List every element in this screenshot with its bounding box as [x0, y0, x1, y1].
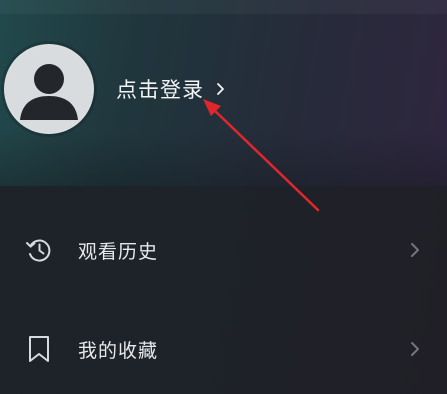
chevron-right-icon: [217, 83, 224, 95]
menu-item-label: 我的收藏: [78, 339, 159, 362]
profile-header: 点击登录: [0, 0, 447, 186]
chevron-right-icon: [411, 342, 419, 356]
menu-item-favorites[interactable]: 我的收藏: [0, 319, 447, 379]
history-icon: [26, 239, 51, 262]
profile-page: 点击登录 观看历史 我的收藏: [0, 0, 447, 394]
menu-item-label: 观看历史: [78, 240, 159, 263]
header-top-strip: [0, 0, 447, 14]
bookmark-icon: [29, 336, 49, 362]
login-link[interactable]: 点击登录: [116, 72, 228, 106]
menu-item-history[interactable]: 观看历史: [0, 220, 447, 280]
login-label: 点击登录: [116, 78, 204, 102]
chevron-right-icon: [411, 243, 419, 257]
user-avatar-icon: [6, 46, 92, 132]
menu-list: 观看历史 我的收藏: [0, 186, 447, 394]
avatar[interactable]: [4, 44, 94, 134]
